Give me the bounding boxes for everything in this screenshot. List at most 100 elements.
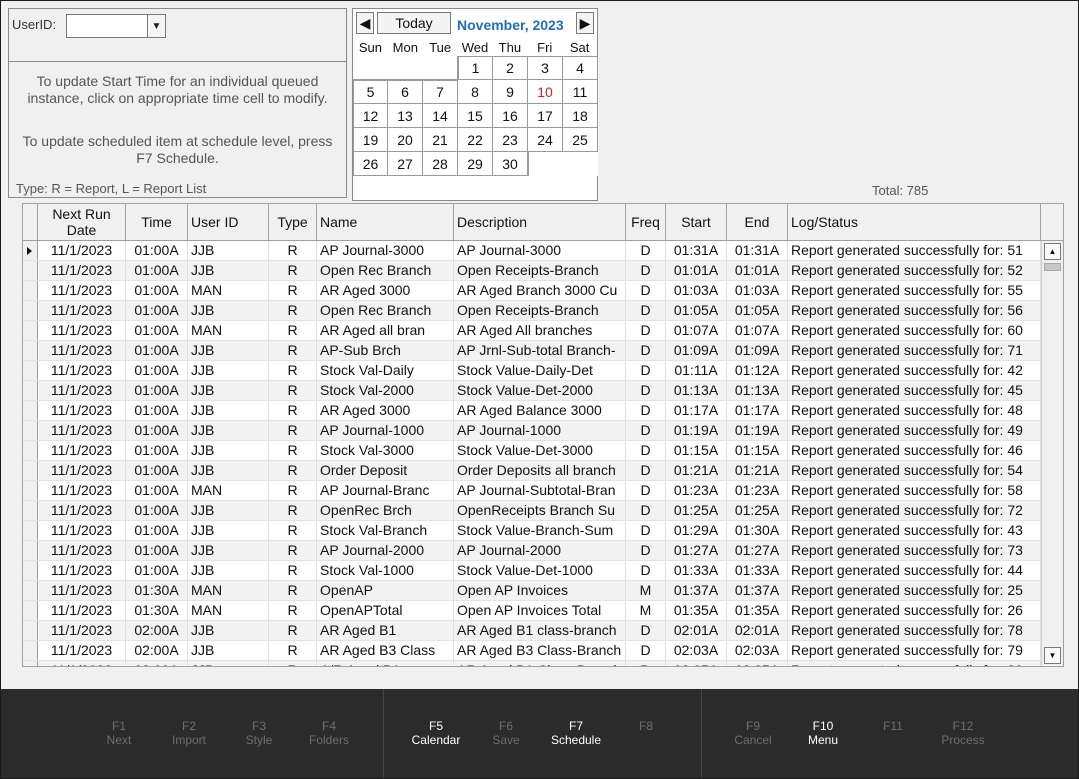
cell-type[interactable]: R: [269, 621, 317, 640]
cell-time[interactable]: 01:00A: [126, 541, 188, 560]
cell-time[interactable]: 01:00A: [126, 421, 188, 440]
cell-user-id[interactable]: JJB: [188, 621, 269, 640]
cell-end[interactable]: 01:23A: [727, 481, 788, 500]
cell-freq[interactable]: D: [626, 241, 666, 260]
cell-log-status[interactable]: Report generated successfully for: 43: [788, 521, 1041, 540]
cell-start[interactable]: 01:17A: [666, 401, 727, 420]
cell-start[interactable]: 01:13A: [666, 381, 727, 400]
cell-type[interactable]: R: [269, 381, 317, 400]
calendar-day-13[interactable]: 13: [388, 104, 423, 128]
cell-time[interactable]: 01:00A: [126, 361, 188, 380]
cell-type[interactable]: R: [269, 281, 317, 300]
cell-freq[interactable]: D: [626, 321, 666, 340]
row-indicator[interactable]: [23, 281, 38, 300]
cell-type[interactable]: R: [269, 401, 317, 420]
cell-next-run-date[interactable]: 11/1/2023: [38, 361, 126, 380]
cell-user-id[interactable]: JJB: [188, 441, 269, 460]
cell-description[interactable]: AP Journal-2000: [454, 541, 626, 560]
cell-name[interactable]: AR Aged 3000: [317, 281, 454, 300]
cell-description[interactable]: Open Receipts-Branch: [454, 261, 626, 280]
fkey-f11-button[interactable]: F11: [858, 719, 928, 733]
row-indicator[interactable]: [23, 561, 38, 580]
table-row[interactable]: 11/1/2023 01:00A JJB R Stock Val-2000 Stock V…: [23, 381, 1063, 401]
cell-description[interactable]: Stock Value-Branch-Sum: [454, 521, 626, 540]
cell-time[interactable]: 02:00A: [126, 661, 188, 666]
cell-time[interactable]: 01:00A: [126, 321, 188, 340]
cell-description[interactable]: OpenReceipts Branch Su: [454, 501, 626, 520]
cell-type[interactable]: R: [269, 541, 317, 560]
cell-name[interactable]: Stock Val-Daily: [317, 361, 454, 380]
table-row[interactable]: 11/1/2023 01:00A JJB R Stock Val-1000 Stock V…: [23, 561, 1063, 581]
row-indicator[interactable]: [23, 261, 38, 280]
cell-description[interactable]: AR Aged Balance 3000: [454, 401, 626, 420]
row-indicator[interactable]: [23, 521, 38, 540]
calendar-day-12[interactable]: 12: [353, 104, 388, 128]
cell-user-id[interactable]: JJB: [188, 341, 269, 360]
calendar-day-26[interactable]: 26: [353, 152, 388, 176]
cell-freq[interactable]: D: [626, 481, 666, 500]
table-row[interactable]: 11/1/2023 01:00A JJB R Order Deposit Order De…: [23, 461, 1063, 481]
row-indicator[interactable]: [23, 381, 38, 400]
calendar-day-10[interactable]: 10: [528, 80, 563, 104]
scroll-down-icon[interactable]: ▼: [1044, 647, 1061, 664]
cell-name[interactable]: AR Aged 3000: [317, 401, 454, 420]
cell-log-status[interactable]: Report generated successfully for: 49: [788, 421, 1041, 440]
cell-user-id[interactable]: JJB: [188, 541, 269, 560]
chevron-down-icon[interactable]: ▼: [147, 15, 165, 37]
cell-next-run-date[interactable]: 11/1/2023: [38, 561, 126, 580]
cell-end[interactable]: 01:19A: [727, 421, 788, 440]
cell-next-run-date[interactable]: 11/1/2023: [38, 461, 126, 480]
cell-end[interactable]: 01:09A: [727, 341, 788, 360]
cell-user-id[interactable]: MAN: [188, 321, 269, 340]
cell-description[interactable]: AR Aged B1 class-branch: [454, 621, 626, 640]
cell-name[interactable]: AP-Sub Brch: [317, 341, 454, 360]
cell-start[interactable]: 02:03A: [666, 641, 727, 660]
month-calendar[interactable]: ◀ Today November, 2023 ▶ Sun Mon Tue Wed Thu…: [352, 8, 598, 201]
vertical-scrollbar[interactable]: ▲ ▼: [1041, 241, 1063, 666]
cell-end[interactable]: 01:31A: [727, 241, 788, 260]
cell-user-id[interactable]: MAN: [188, 281, 269, 300]
cell-log-status[interactable]: Report generated successfully for: 44: [788, 561, 1041, 580]
cell-description[interactable]: Open Receipts-Branch: [454, 301, 626, 320]
cell-type[interactable]: R: [269, 421, 317, 440]
cell-time[interactable]: 02:00A: [126, 641, 188, 660]
cell-next-run-date[interactable]: 11/1/2023: [38, 641, 126, 660]
cell-description[interactable]: AP Jrnl-Sub-total Branch-: [454, 341, 626, 360]
table-row[interactable]: 11/1/2023 01:00A JJB R Stock Val-Branch Stock…: [23, 521, 1063, 541]
row-indicator[interactable]: [23, 241, 38, 260]
cell-description[interactable]: AP Journal-Subtotal-Bran: [454, 481, 626, 500]
cell-start[interactable]: 01:23A: [666, 481, 727, 500]
cell-start[interactable]: 01:03A: [666, 281, 727, 300]
cell-end[interactable]: 02:03A: [727, 641, 788, 660]
cell-next-run-date[interactable]: 11/1/2023: [38, 341, 126, 360]
cell-name[interactable]: OpenRec Brch: [317, 501, 454, 520]
row-indicator[interactable]: [23, 541, 38, 560]
calendar-day-15[interactable]: 15: [458, 104, 493, 128]
table-row[interactable]: 11/1/202302:00AJJBRA/R Aged B1AR Aged B1…: [23, 661, 1063, 666]
cell-log-status[interactable]: Report generated successfully for: 55: [788, 281, 1041, 300]
cell-end[interactable]: 01:17A: [727, 401, 788, 420]
scrollbar-thumb[interactable]: [1044, 263, 1061, 271]
cell-next-run-date[interactable]: 11/1/2023: [38, 481, 126, 500]
cell-freq[interactable]: D: [626, 341, 666, 360]
cell-name[interactable]: AR Aged B1: [317, 621, 454, 640]
cell-log-status[interactable]: Report generated successfully for: 58: [788, 481, 1041, 500]
cell-user-id[interactable]: JJB: [188, 361, 269, 380]
cell-next-run-date[interactable]: 11/1/2023: [38, 621, 126, 640]
cell-type[interactable]: R: [269, 361, 317, 380]
cell-end[interactable]: 02:05A: [727, 661, 788, 666]
fkey-f2-button[interactable]: F2 Import: [154, 719, 224, 747]
column-header-name[interactable]: Name: [317, 204, 454, 240]
cell-next-run-date[interactable]: 11/1/2023: [38, 421, 126, 440]
fkey-f9-button[interactable]: F9 Cancel: [718, 719, 788, 747]
row-indicator[interactable]: [23, 361, 38, 380]
cell-end[interactable]: 01:37A: [727, 581, 788, 600]
cell-description[interactable]: AR Aged Branch 3000 Cu: [454, 281, 626, 300]
cell-type[interactable]: R: [269, 341, 317, 360]
cell-name[interactable]: OpenAPTotal: [317, 601, 454, 620]
cell-end[interactable]: 01:25A: [727, 501, 788, 520]
cell-log-status[interactable]: Report generated successfully for: 60: [788, 321, 1041, 340]
cell-end[interactable]: 01:15A: [727, 441, 788, 460]
cell-log-status[interactable]: Report generated successfully for: 79: [788, 641, 1041, 660]
row-indicator[interactable]: [23, 401, 38, 420]
